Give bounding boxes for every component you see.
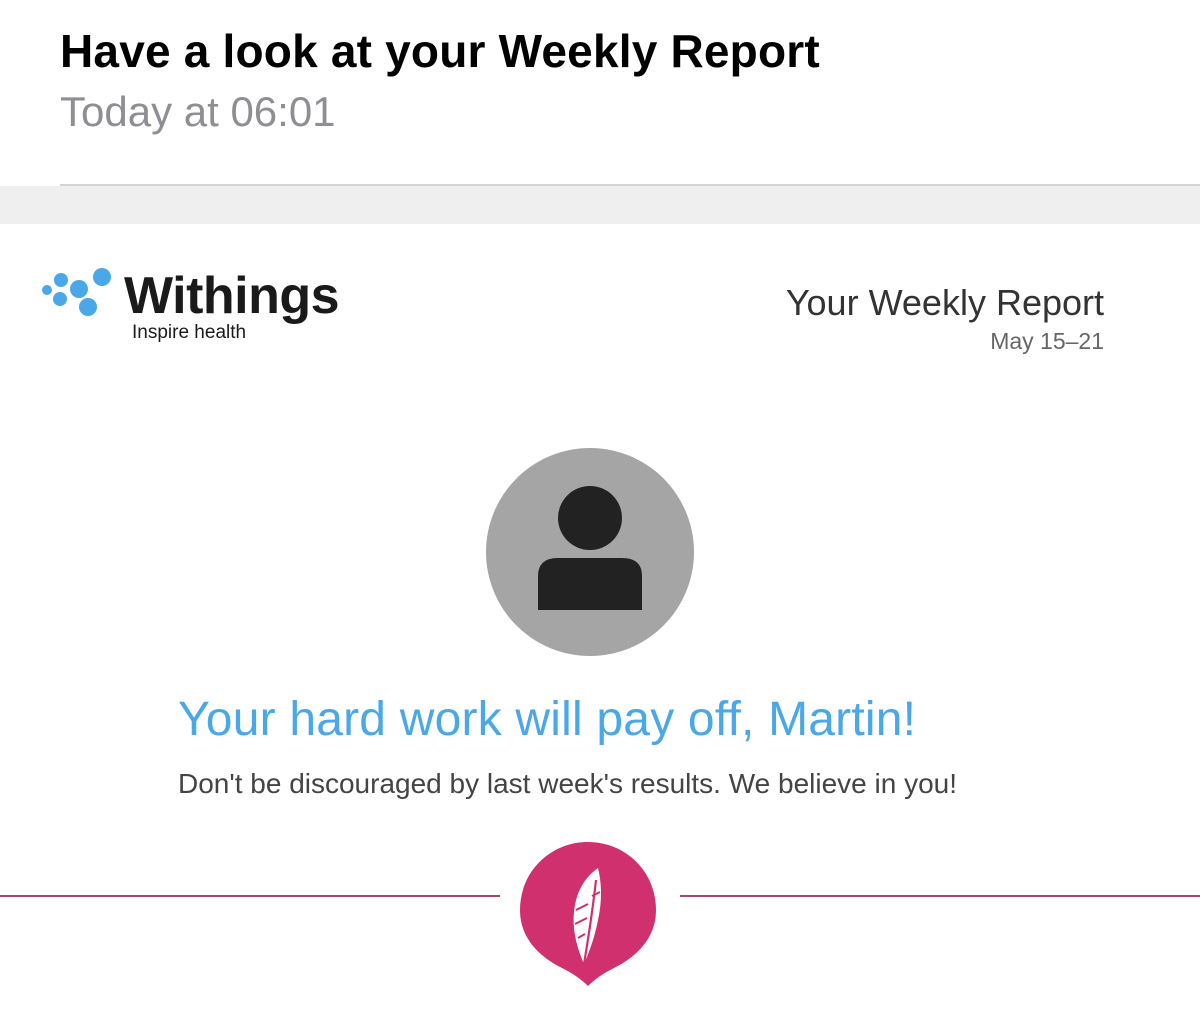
email-body: Withings Inspire health Your Weekly Repo… — [0, 224, 1200, 1017]
section-divider-right — [680, 895, 1200, 897]
motivation-headline: Your hard work will pay off, Martin! — [178, 693, 917, 746]
feather-badge — [520, 842, 656, 986]
withings-dots-icon — [42, 268, 111, 316]
motivation-message: Don't be discouraged by last week's resu… — [178, 768, 958, 799]
mail-header: Have a look at your Weekly Report Today … — [0, 0, 1200, 186]
withings-logo[interactable]: Withings Inspire health — [40, 267, 340, 348]
mail-received-time: Today at 06:01 — [60, 88, 336, 135]
brand-tagline: Inspire health — [132, 322, 247, 343]
report-title: Your Weekly Report — [785, 282, 1104, 323]
mail-body-separator — [0, 186, 1200, 224]
avatar — [486, 448, 694, 656]
section-divider-left — [0, 895, 500, 897]
mail-subject: Have a look at your Weekly Report — [60, 25, 820, 77]
brand-name: Withings — [124, 267, 340, 325]
report-date-range: May 15–21 — [990, 328, 1104, 354]
user-silhouette-icon — [538, 486, 642, 610]
